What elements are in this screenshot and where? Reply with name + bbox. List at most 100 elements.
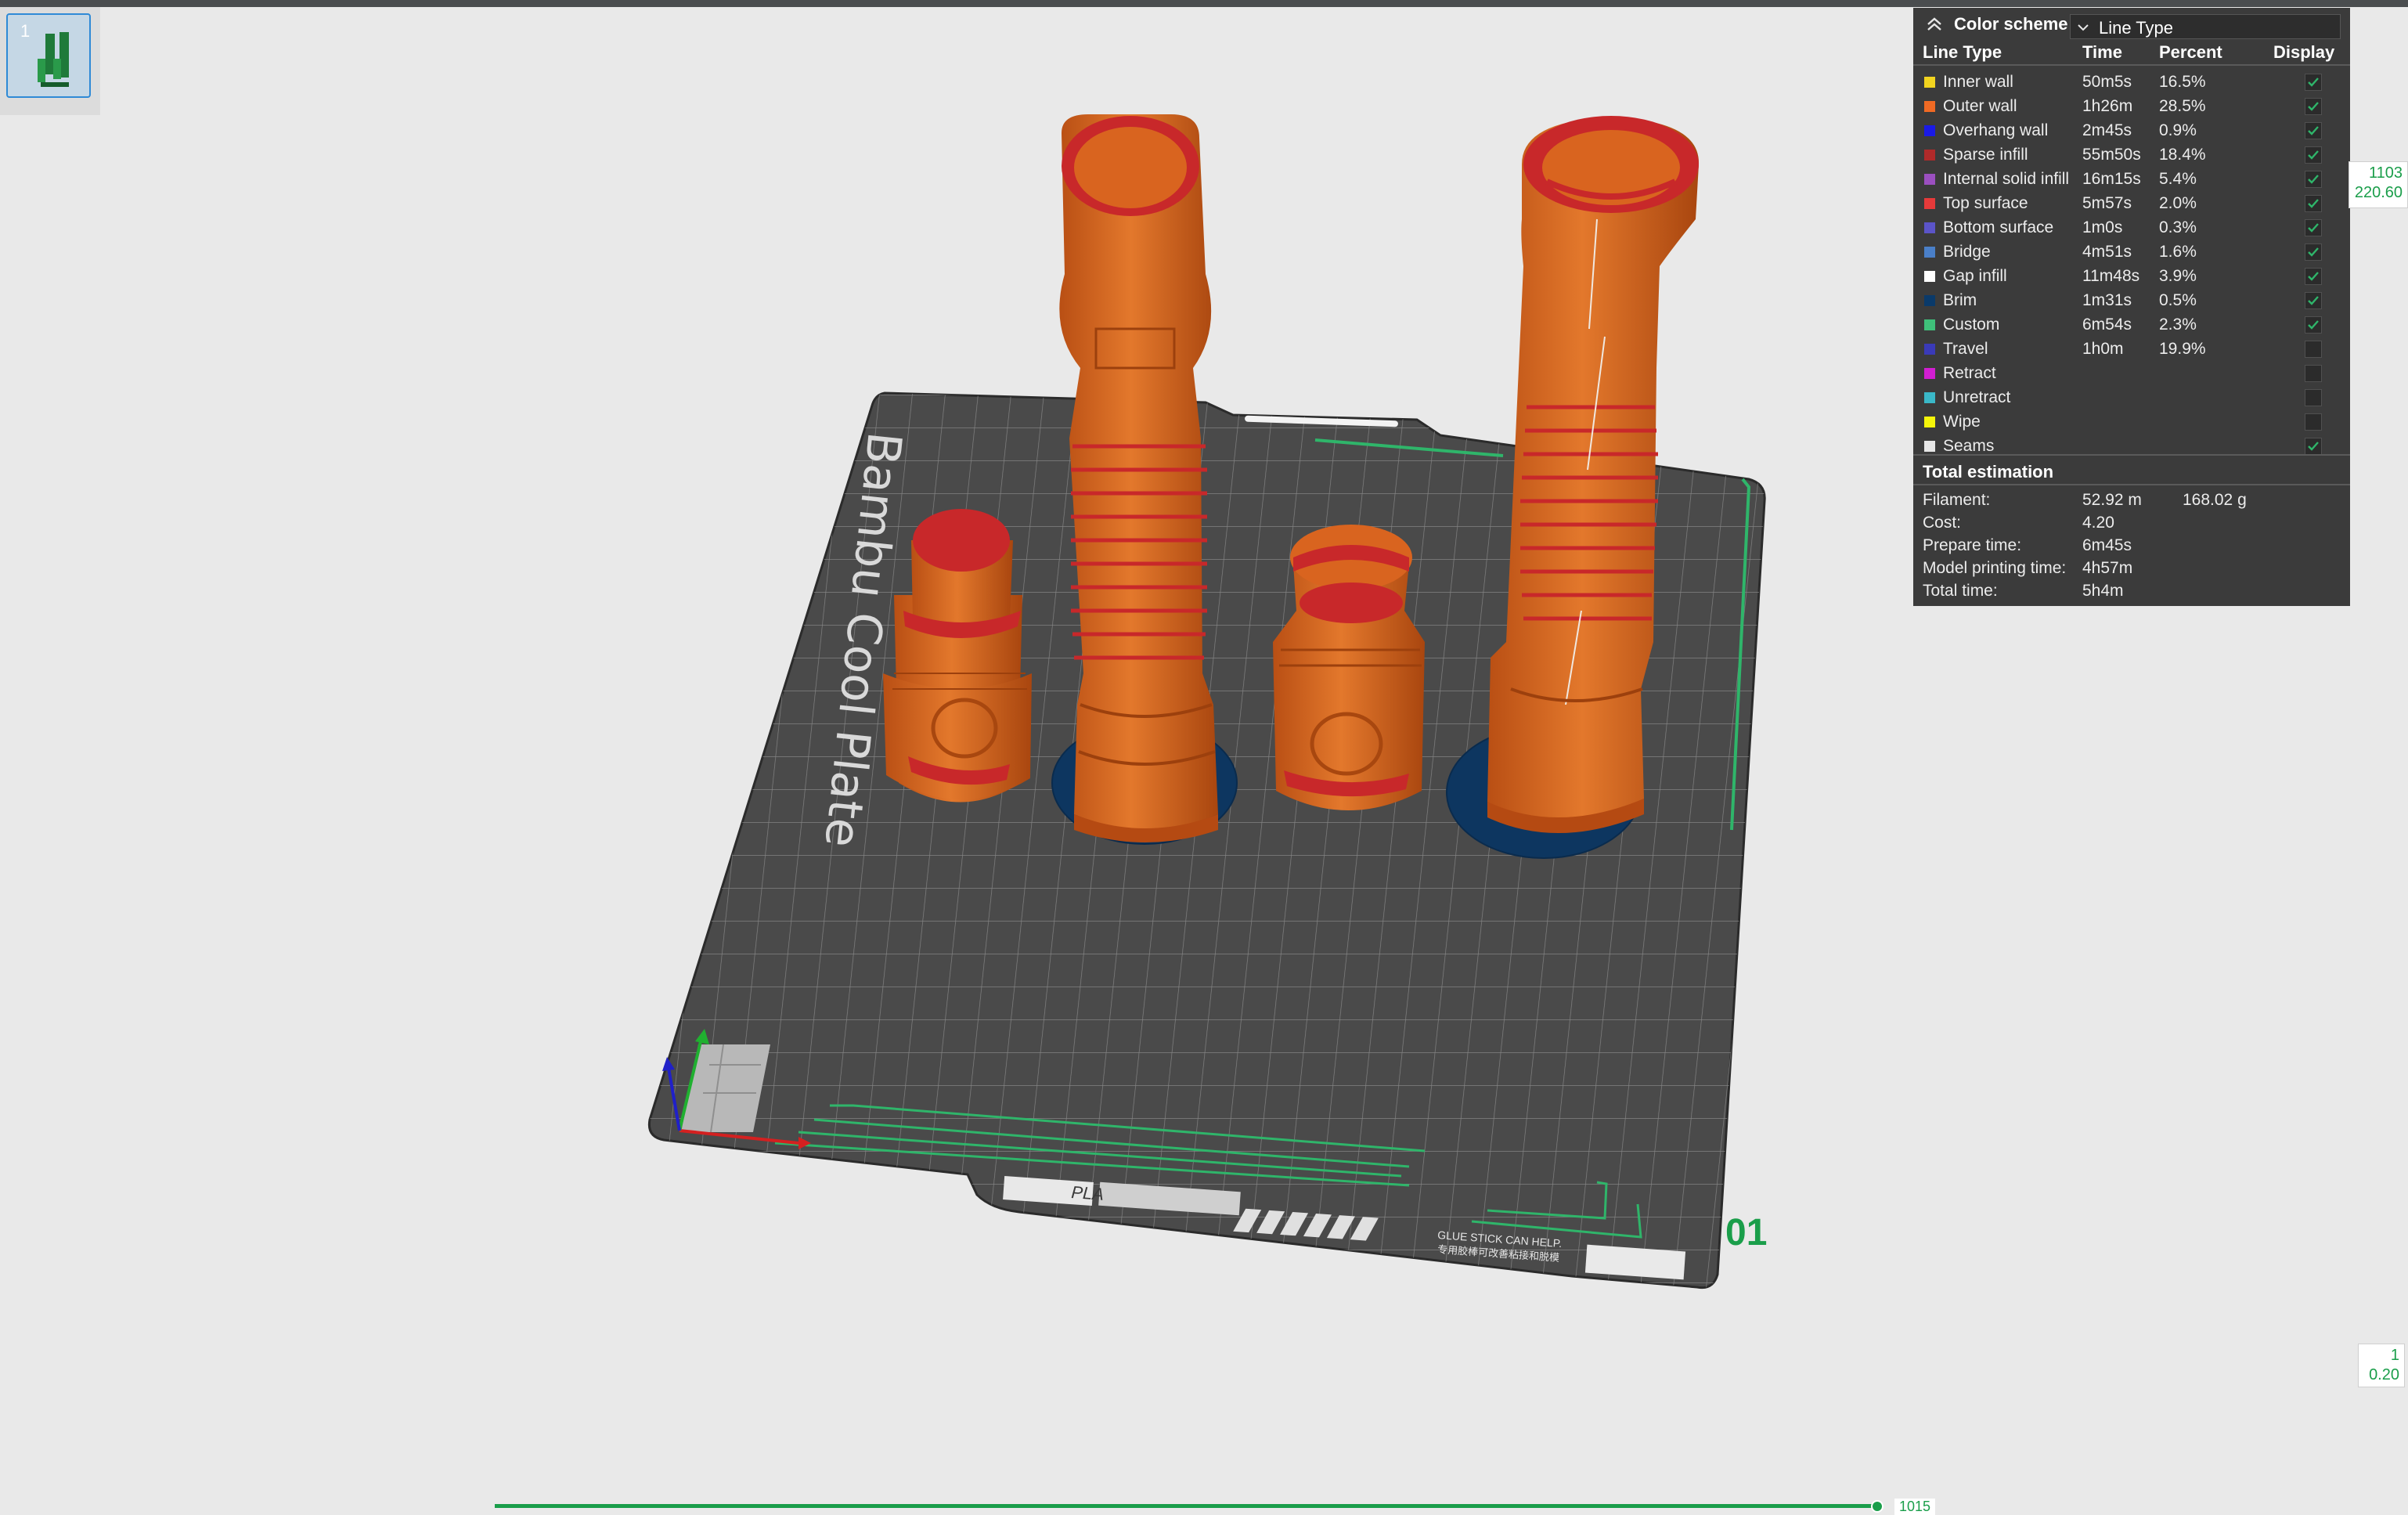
line-type-percent: 2.0% <box>2159 194 2197 212</box>
display-checkbox[interactable] <box>2305 98 2322 115</box>
plate-list: 1 <box>0 7 100 115</box>
total-divider <box>1913 454 2350 456</box>
estimation-key: Cost: <box>1923 514 1962 532</box>
line-type-time: 55m50s <box>2082 146 2141 164</box>
estimation-value-2: 168.02 g <box>2183 491 2247 509</box>
estimation-row: Model printing time: 4h57m <box>1913 557 2350 579</box>
line-type-percent: 19.9% <box>2159 340 2206 358</box>
color-swatch <box>1924 101 1935 112</box>
estimation-row: Filament: 52.92 m 168.02 g <box>1913 489 2350 511</box>
checkmark-icon <box>2308 78 2319 87</box>
model-part-3[interactable] <box>1273 525 1425 810</box>
estimation-row: Cost: 4.20 <box>1913 511 2350 534</box>
line-type-time: 1h0m <box>2082 340 2124 358</box>
plate-number: 01 <box>1725 1212 1767 1253</box>
legend-header: Color scheme Line Type <box>1913 8 2350 42</box>
legend-row: Retract <box>1913 362 2350 386</box>
line-type-percent: 3.9% <box>2159 267 2197 285</box>
display-checkbox[interactable] <box>2305 389 2322 406</box>
line-type-time: 1m31s <box>2082 291 2132 309</box>
display-checkbox[interactable] <box>2305 146 2322 164</box>
color-swatch <box>1924 441 1935 452</box>
color-swatch <box>1924 77 1935 88</box>
legend-row: Unretract <box>1913 386 2350 410</box>
color-swatch <box>1924 247 1935 258</box>
legend-row: Custom 6m54s 2.3% <box>1913 313 2350 337</box>
bottom-layer-number: 1 <box>2390 1347 2399 1364</box>
line-type-time: 50m5s <box>2082 73 2132 91</box>
top-layer-height: 220.60 <box>2354 184 2403 201</box>
checkmark-icon <box>2308 150 2319 160</box>
estimation-value: 52.92 m <box>2082 491 2142 509</box>
legend-row: Outer wall 1h26m 28.5% <box>1913 95 2350 119</box>
display-checkbox[interactable] <box>2305 341 2322 358</box>
checkmark-icon <box>2308 296 2319 305</box>
plate-thumbnail[interactable]: 1 <box>6 13 91 98</box>
move-slider-fill <box>495 1504 1879 1508</box>
line-type-percent: 16.5% <box>2159 73 2206 91</box>
estimation-value: 6m45s <box>2082 536 2132 554</box>
display-checkbox[interactable] <box>2305 74 2322 91</box>
checkmark-icon <box>2308 102 2319 111</box>
column-header-percent: Percent <box>2159 42 2222 62</box>
checkmark-icon <box>2308 199 2319 208</box>
display-checkbox[interactable] <box>2305 316 2322 334</box>
display-checkbox[interactable] <box>2305 171 2322 188</box>
estimation-row: Total time: 5h4m <box>1913 579 2350 602</box>
color-swatch <box>1924 125 1935 136</box>
layer-slider-top-label[interactable]: 1103 220.60 <box>2349 161 2408 208</box>
checkmark-icon <box>2308 175 2319 184</box>
display-checkbox[interactable] <box>2305 243 2322 261</box>
color-swatch <box>1924 198 1935 209</box>
display-checkbox[interactable] <box>2305 292 2322 309</box>
column-header-display: Display <box>2273 42 2335 62</box>
estimation-divider <box>1913 484 2350 485</box>
estimation-key: Filament: <box>1923 491 1991 509</box>
estimation-key: Prepare time: <box>1923 536 2022 554</box>
line-type-percent: 5.4% <box>2159 170 2197 188</box>
display-checkbox[interactable] <box>2305 438 2322 455</box>
color-swatch <box>1924 319 1935 330</box>
collapse-icon[interactable] <box>1924 14 1945 34</box>
color-swatch <box>1924 295 1935 306</box>
header-divider <box>1913 64 2350 66</box>
display-checkbox[interactable] <box>2305 219 2322 236</box>
display-checkbox[interactable] <box>2305 268 2322 285</box>
line-type-name: Outer wall <box>1943 97 2017 115</box>
line-type-name: Travel <box>1943 340 1988 358</box>
top-layer-number: 1103 <box>2368 164 2403 182</box>
checkmark-icon <box>2308 126 2319 135</box>
checkmark-icon <box>2308 223 2319 233</box>
line-type-name: Wipe <box>1943 413 1981 431</box>
line-type-percent: 0.3% <box>2159 218 2197 236</box>
chevron-down-icon <box>2078 24 2089 31</box>
line-type-name: Bridge <box>1943 243 1991 261</box>
legend-row: Bridge 4m51s 1.6% <box>1913 240 2350 265</box>
line-type-time: 5m57s <box>2082 194 2132 212</box>
total-estimation-title: Total estimation <box>1923 462 2054 482</box>
color-scheme-dropdown[interactable]: Line Type <box>2070 14 2341 39</box>
column-header-line-type: Line Type <box>1923 42 2002 62</box>
line-type-name: Brim <box>1943 291 1977 309</box>
display-checkbox[interactable] <box>2305 365 2322 382</box>
line-type-name: Bottom surface <box>1943 218 2054 236</box>
color-swatch <box>1924 344 1935 355</box>
move-slider[interactable] <box>495 1500 1884 1513</box>
line-type-percent: 1.6% <box>2159 243 2197 261</box>
line-type-time: 4m51s <box>2082 243 2132 261</box>
bottom-layer-height: 0.20 <box>2369 1366 2399 1383</box>
color-swatch <box>1924 271 1935 282</box>
model-part-2[interactable] <box>1059 114 1218 842</box>
display-checkbox[interactable] <box>2305 122 2322 139</box>
layer-slider-bottom-label[interactable]: 1 0.20 <box>2358 1344 2405 1387</box>
move-slider-value: 1015 <box>1894 1499 1936 1515</box>
line-type-percent: 0.5% <box>2159 291 2197 309</box>
legend-row: Wipe <box>1913 410 2350 435</box>
display-checkbox[interactable] <box>2305 195 2322 212</box>
column-header-time: Time <box>2082 42 2122 62</box>
display-checkbox[interactable] <box>2305 413 2322 431</box>
color-scheme-label: Color scheme <box>1954 14 2068 34</box>
legend-row: Internal solid infill 16m15s 5.4% <box>1913 168 2350 192</box>
line-type-percent: 0.9% <box>2159 121 2197 139</box>
legend-row: Gap infill 11m48s 3.9% <box>1913 265 2350 289</box>
